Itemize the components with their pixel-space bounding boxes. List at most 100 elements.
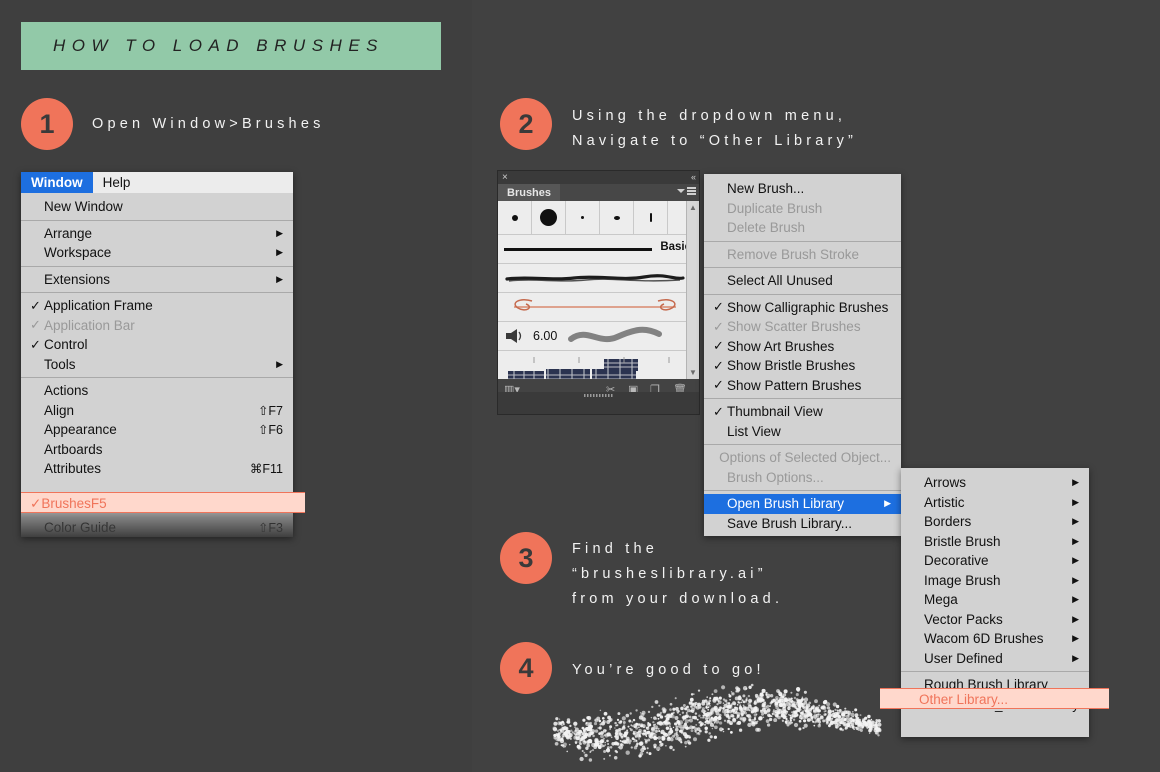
menubar-item-window[interactable]: Window: [21, 172, 93, 193]
brush-menu-item-open-brush-library[interactable]: Open Brush Library ▶: [704, 494, 901, 514]
menu-shortcut: ⇧F7: [257, 403, 283, 418]
brush-menu-item-brush-options[interactable]: Brush Options...: [704, 468, 901, 488]
menu-separator: [704, 293, 901, 295]
brush-menu-item-select-all-unused[interactable]: Select All Unused: [704, 271, 901, 291]
library-submenu-item-image-brush[interactable]: Image Brush ▶: [901, 571, 1089, 591]
brush-menu-item-save-brush-library[interactable]: Save Brush Library...: [704, 514, 901, 534]
menu-shortcut: ⇧F6: [257, 423, 283, 438]
brush-row-charcoal[interactable]: [498, 264, 699, 293]
brush-menu-item-list-view[interactable]: List View: [704, 422, 901, 442]
window-menu-item-new-window[interactable]: New Window: [21, 197, 293, 217]
brush-thumb-line[interactable]: [634, 201, 668, 234]
scroll-up-icon[interactable]: ▲: [687, 203, 699, 212]
brush-menu-item-show-art-brushes[interactable]: ✓ Show Art Brushes: [704, 337, 901, 357]
brushes-panel-tabstrip[interactable]: Brushes: [498, 184, 699, 201]
menu-separator: [704, 398, 901, 399]
window-menu-item-actions[interactable]: Actions: [21, 381, 293, 401]
brush-thumb-calligraphic-large[interactable]: [532, 201, 566, 234]
window-menu-item-application-bar[interactable]: ✓ Application Bar: [21, 316, 293, 336]
chevron-right-icon: ▶: [276, 358, 283, 369]
step-4-text: You’re good to go!: [572, 662, 765, 678]
window-menu-item-workspace[interactable]: Workspace ▶: [21, 243, 293, 263]
resize-grip[interactable]: [498, 392, 699, 399]
brushes-panel-titlebar: × «: [498, 171, 699, 184]
brush-row-arrow[interactable]: [498, 293, 699, 322]
library-submenu-item-arrows[interactable]: Arrows ▶: [901, 473, 1089, 493]
brush-menu-item-duplicate-brush[interactable]: Duplicate Brush: [704, 199, 901, 219]
brush-thumb-calligraphic-small[interactable]: [498, 201, 532, 234]
collapse-icon[interactable]: «: [691, 171, 696, 184]
brush-row-pattern[interactable]: [498, 351, 699, 379]
window-menu-item-align[interactable]: Align ⇧F7: [21, 401, 293, 421]
menu-shortcut: ⇧F3: [257, 520, 283, 535]
brush-menu-item-show-calligraphic-brushes[interactable]: ✓ Show Calligraphic Brushes: [704, 298, 901, 318]
brush-menu-item-delete-brush[interactable]: Delete Brush: [704, 218, 901, 238]
brushes-panel-footer[interactable]: ▥▾ ✂ ▣ ❐ 🗑: [498, 379, 699, 399]
window-menu-item-brushes[interactable]: ✓ Brushes F5: [21, 493, 305, 514]
library-submenu-item-user-defined[interactable]: User Defined ▶: [901, 649, 1089, 669]
window-menu-item-application-frame[interactable]: ✓ Application Frame: [21, 296, 293, 316]
chevron-right-icon: ▶: [1072, 535, 1079, 546]
brushes-menu-item-highlight[interactable]: ✓ Brushes F5: [21, 492, 305, 513]
menu-separator: [21, 377, 293, 378]
brush-menu-item-label: Remove Brush Stroke: [727, 246, 860, 262]
scroll-down-icon[interactable]: ▼: [687, 368, 699, 377]
check-icon: ✓: [713, 318, 724, 334]
hamburger-icon: [687, 187, 696, 195]
page-title: HOW TO LOAD BRUSHES: [53, 36, 384, 55]
menubar[interactable]: Window Help: [21, 172, 293, 193]
library-submenu-item-mega[interactable]: Mega ▶: [901, 590, 1089, 610]
close-icon[interactable]: ×: [502, 171, 508, 184]
brush-thumb-dot-tiny[interactable]: [566, 201, 600, 234]
window-menu-item-arrange[interactable]: Arrange ▶: [21, 224, 293, 244]
brush-panel-context-menu[interactable]: New Brush... Duplicate Brush Delete Brush R…: [704, 174, 901, 536]
window-menu-item-tools[interactable]: Tools ▶: [21, 355, 293, 375]
brush-row-basic[interactable]: Basic: [498, 235, 699, 264]
submenu-item-other-library[interactable]: Other Library...: [880, 689, 1109, 710]
step-2-badge: 2: [500, 98, 552, 150]
brush-thumbnail-row[interactable]: [498, 201, 699, 235]
window-menu-item-brushes-label: Brushes: [41, 496, 91, 511]
brushes-panel[interactable]: × « Brushes Basic 6.00 ▲ ▼ ▥▾ ✂ ▣ ❐ 🗑: [497, 170, 700, 415]
window-menu-item-label: Tools: [44, 356, 76, 372]
other-library-item-highlight[interactable]: Other Library...: [880, 688, 1109, 709]
check-icon: ✓: [713, 338, 724, 354]
brush-menu-item-label: Show Pattern Brushes: [727, 377, 862, 393]
library-submenu-item-decorative[interactable]: Decorative ▶: [901, 551, 1089, 571]
brush-menu-item-show-scatter-brushes[interactable]: ✓ Show Scatter Brushes: [704, 317, 901, 337]
brush-menu-item-label: New Brush...: [727, 181, 805, 197]
window-menu[interactable]: Window Help New Window Arrange ▶ Workspace ▶…: [21, 172, 293, 537]
brush-row-bristle[interactable]: 6.00: [498, 322, 699, 351]
library-submenu-item-vector-packs[interactable]: Vector Packs ▶: [901, 610, 1089, 630]
brush-menu-item-thumbnail-view[interactable]: ✓ Thumbnail View: [704, 402, 901, 422]
window-menu-item-attributes[interactable]: Attributes ⌘F11: [21, 459, 293, 479]
library-submenu-item-artistic[interactable]: Artistic ▶: [901, 493, 1089, 513]
brush-menu-item-label: Save Brush Library...: [727, 515, 853, 531]
window-menu-item-appearance[interactable]: Appearance ⇧F6: [21, 420, 293, 440]
brush-menu-item-options-of-selected-object[interactable]: Options of Selected Object...: [704, 448, 901, 468]
brush-thumb-oval[interactable]: [600, 201, 634, 234]
library-submenu-item-bristle-brush[interactable]: Bristle Brush ▶: [901, 532, 1089, 552]
brushes-panel-content[interactable]: Basic 6.00 ▲ ▼: [498, 201, 699, 379]
library-submenu-item-borders[interactable]: Borders ▶: [901, 512, 1089, 532]
panel-menu-icon[interactable]: [677, 187, 696, 195]
check-icon: ✓: [713, 403, 724, 419]
brush-menu-item-show-bristle-brushes[interactable]: ✓ Show Bristle Brushes: [704, 356, 901, 376]
menu-separator: [901, 671, 1089, 672]
brush-menu-item-label: Delete Brush: [727, 220, 806, 236]
brush-menu-item-show-pattern-brushes[interactable]: ✓ Show Pattern Brushes: [704, 376, 901, 396]
brush-menu-item-remove-brush-stroke[interactable]: Remove Brush Stroke: [704, 245, 901, 265]
brushes-panel-scrollbar[interactable]: ▲ ▼: [686, 201, 699, 379]
library-submenu-item-wacom-6d-brushes[interactable]: Wacom 6D Brushes ▶: [901, 629, 1089, 649]
chevron-right-icon: ▶: [1072, 574, 1079, 585]
brush-menu-item-label: Thumbnail View: [727, 404, 823, 420]
window-menu-item-label: New Window: [44, 199, 123, 215]
window-menu-item-color-guide[interactable]: Color Guide ⇧F3: [21, 518, 293, 538]
menu-separator: [704, 267, 901, 268]
tab-brushes[interactable]: Brushes: [498, 184, 561, 201]
window-menu-item-extensions[interactable]: Extensions ▶: [21, 270, 293, 290]
window-menu-item-control[interactable]: ✓ Control: [21, 335, 293, 355]
brush-menu-item-new-brush[interactable]: New Brush...: [704, 179, 901, 199]
menubar-item-help[interactable]: Help: [93, 172, 141, 193]
window-menu-item-artboards[interactable]: Artboards: [21, 440, 293, 460]
